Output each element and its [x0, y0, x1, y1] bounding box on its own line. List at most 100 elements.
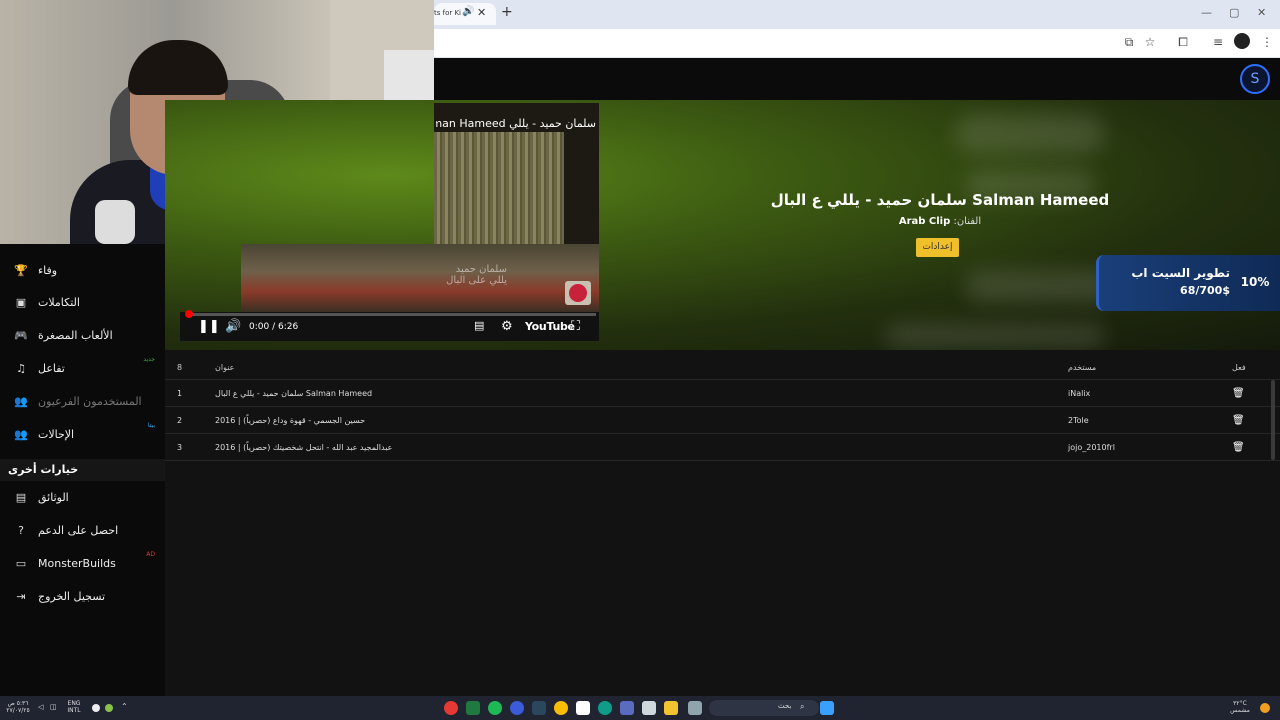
extensions-icon[interactable]: ⧠ — [1175, 34, 1191, 50]
sidebar-item-monsterbuilds[interactable]: ▭ MonsterBuilds AD — [0, 548, 165, 578]
taskbar-app-icon[interactable] — [620, 701, 634, 715]
sidebar-item-minigames[interactable]: 🎮 الألعاب المصغرة — [0, 320, 165, 350]
sidebar-item-logout[interactable]: ⇥ تسجيل الخروج — [0, 581, 165, 611]
trophy-icon: 🏆 — [14, 263, 28, 277]
row-number: 1 — [177, 388, 183, 398]
webcam-microphone — [95, 200, 135, 244]
search-placeholder: بحث — [778, 702, 792, 710]
sidebar-item-label: التكاملات — [38, 295, 80, 309]
media-control-icon[interactable]: ≡ — [1210, 34, 1226, 50]
network-tray-icon[interactable]: ◫ — [50, 704, 57, 711]
video-time: 0:00 / 6:26 — [249, 322, 299, 332]
banner-blur-shape — [955, 114, 1105, 154]
table-row[interactable]: 1 سلمان حميد - يللي ع البال Salman Hamee… — [165, 380, 1280, 407]
sidebar-item-label: المستخدمون الفرعيون — [38, 394, 142, 408]
video-progress-bar[interactable] — [186, 313, 596, 316]
goal-percent: 10% — [1240, 275, 1270, 289]
chrome-icon[interactable] — [554, 701, 568, 715]
task-view-icon[interactable] — [688, 701, 702, 715]
help-icon: ? — [18, 523, 24, 537]
monitor-icon: ▭ — [15, 556, 27, 570]
clock[interactable]: ٥:٣٦ ص ٢٧/٠٧/٢٥ — [4, 700, 32, 714]
settings-button[interactable]: إعدادات — [916, 238, 959, 257]
row-number: 3 — [177, 442, 183, 452]
sidebar-item-referrals[interactable]: 👥 الإحالات بيتا — [0, 419, 165, 449]
file-explorer-icon[interactable] — [664, 701, 678, 715]
new-badge: جديد — [143, 356, 155, 363]
tray-app-icon[interactable] — [105, 704, 113, 712]
kebab-menu-icon[interactable]: ⋮ — [1259, 34, 1275, 50]
trash-icon[interactable]: 🗑 — [1232, 407, 1245, 433]
artist-name: Arab Clip — [898, 216, 951, 227]
artist-label: الفنان: — [953, 216, 982, 227]
sidebar-item-integrations[interactable]: ▣ التكاملات — [0, 287, 165, 317]
channel-logo-icon[interactable] — [565, 281, 591, 305]
users-icon: 👥 — [14, 394, 28, 408]
translate-icon[interactable]: ⧉ — [1121, 34, 1137, 50]
video-title[interactable]: سلمان حميد - يللي Salman Hameed — [436, 117, 596, 130]
tab-close-icon[interactable]: ✕ — [477, 6, 486, 19]
ad-badge: AD — [146, 551, 155, 558]
minimize-button[interactable]: — — [1201, 6, 1212, 19]
docs-icon: ▤ — [15, 490, 27, 504]
sidebar-item-label: الإحالات — [38, 427, 75, 441]
sidebar-item-label: الألعاب المصغرة — [38, 328, 113, 342]
table-row[interactable]: 2 حسين الجسمي - قهوة وداع (حصرياً) | 201… — [165, 407, 1280, 434]
sidebar-item-label: الوثائق — [38, 490, 69, 504]
tab-title: ts for Ki — [434, 9, 462, 17]
row-title: حسين الجسمي - قهوة وداع (حصرياً) | 2016 — [215, 415, 366, 425]
search-icon: ⌕ — [800, 702, 805, 711]
pause-icon[interactable]: ❚❚ — [198, 319, 220, 334]
obs-icon[interactable] — [576, 701, 590, 715]
table-scrollbar[interactable] — [1271, 380, 1275, 460]
calendar-icon[interactable] — [642, 701, 656, 715]
star-icon[interactable]: ☆ — [1142, 34, 1158, 50]
header-user: مستخدم — [1068, 362, 1097, 372]
new-tab-button[interactable]: + — [501, 4, 513, 20]
tray-app-icon[interactable] — [92, 704, 100, 712]
spotify-icon[interactable] — [488, 701, 502, 715]
song-title: سلمان حميد - يللي ع البال Salman Hameed — [770, 191, 1110, 209]
maximize-button[interactable]: ▢ — [1229, 6, 1239, 19]
taskbar-app-icon[interactable] — [444, 701, 458, 715]
edge-icon[interactable] — [598, 701, 612, 715]
header-action: فعل — [1232, 362, 1246, 372]
profile-avatar[interactable] — [1234, 33, 1250, 49]
trash-icon[interactable]: 🗑 — [1232, 380, 1245, 406]
trash-icon[interactable]: 🗑 — [1232, 434, 1245, 460]
tab-audio-icon[interactable]: 🔊 — [462, 6, 474, 17]
sidebar-item-label: MonsterBuilds — [38, 556, 116, 570]
excel-icon[interactable] — [466, 701, 480, 715]
row-number: 2 — [177, 415, 183, 425]
close-window-button[interactable]: ✕ — [1257, 6, 1266, 19]
sidebar-item-label: تسجيل الخروج — [38, 589, 106, 603]
gear-icon[interactable]: ⚙ — [501, 319, 513, 334]
weather-widget[interactable]: ٣٢°C مشمس — [1222, 700, 1258, 714]
fullscreen-icon[interactable]: ⛶ — [571, 319, 580, 334]
sidebar-item-docs[interactable]: ▤ الوثائق — [0, 482, 165, 512]
discord-icon[interactable] — [510, 701, 524, 715]
row-title: سلمان حميد - يللي ع البال Salman Hameed — [215, 388, 373, 398]
sidebar-item-loyalty[interactable]: 🏆 وفاء — [0, 255, 165, 285]
video-scrubber-handle[interactable] — [185, 310, 193, 318]
banner-blur-shape — [885, 324, 1105, 348]
weather-sun-icon[interactable] — [1260, 703, 1270, 713]
start-icon[interactable] — [820, 701, 834, 715]
song-request-table: 8 عنوان مستخدم فعل 1 سلمان حميد - يللي ع… — [165, 355, 1280, 461]
steam-icon[interactable] — [532, 701, 546, 715]
sidebar-item-interaction[interactable]: ♫ تفاعل جديد — [0, 353, 165, 383]
language-indicator[interactable]: ENG INTL — [66, 700, 82, 714]
table-row[interactable]: 3 عبدالمجيد عبد الله - انتحل شخصيتك (حصر… — [165, 434, 1280, 461]
site-logo-icon[interactable]: S — [1240, 64, 1270, 94]
sidebar-item-sub-users[interactable]: 👥 المستخدمون الفرعيون — [0, 386, 165, 416]
chevron-up-icon[interactable]: ⌃ — [121, 703, 128, 711]
volume-tray-icon[interactable]: ◁ — [38, 704, 43, 711]
header-title: عنوان — [215, 362, 235, 372]
youtube-logo[interactable]: YouTube — [525, 320, 575, 333]
captions-icon[interactable]: ▤ — [474, 319, 484, 332]
sidebar-item-support[interactable]: ? احصل على الدعم — [0, 515, 165, 545]
goal-amount: 68/700$ — [1180, 284, 1230, 297]
header-count: 8 — [177, 362, 183, 372]
volume-icon[interactable]: 🔊 — [225, 319, 241, 334]
banner-blur-shape — [965, 270, 1115, 302]
